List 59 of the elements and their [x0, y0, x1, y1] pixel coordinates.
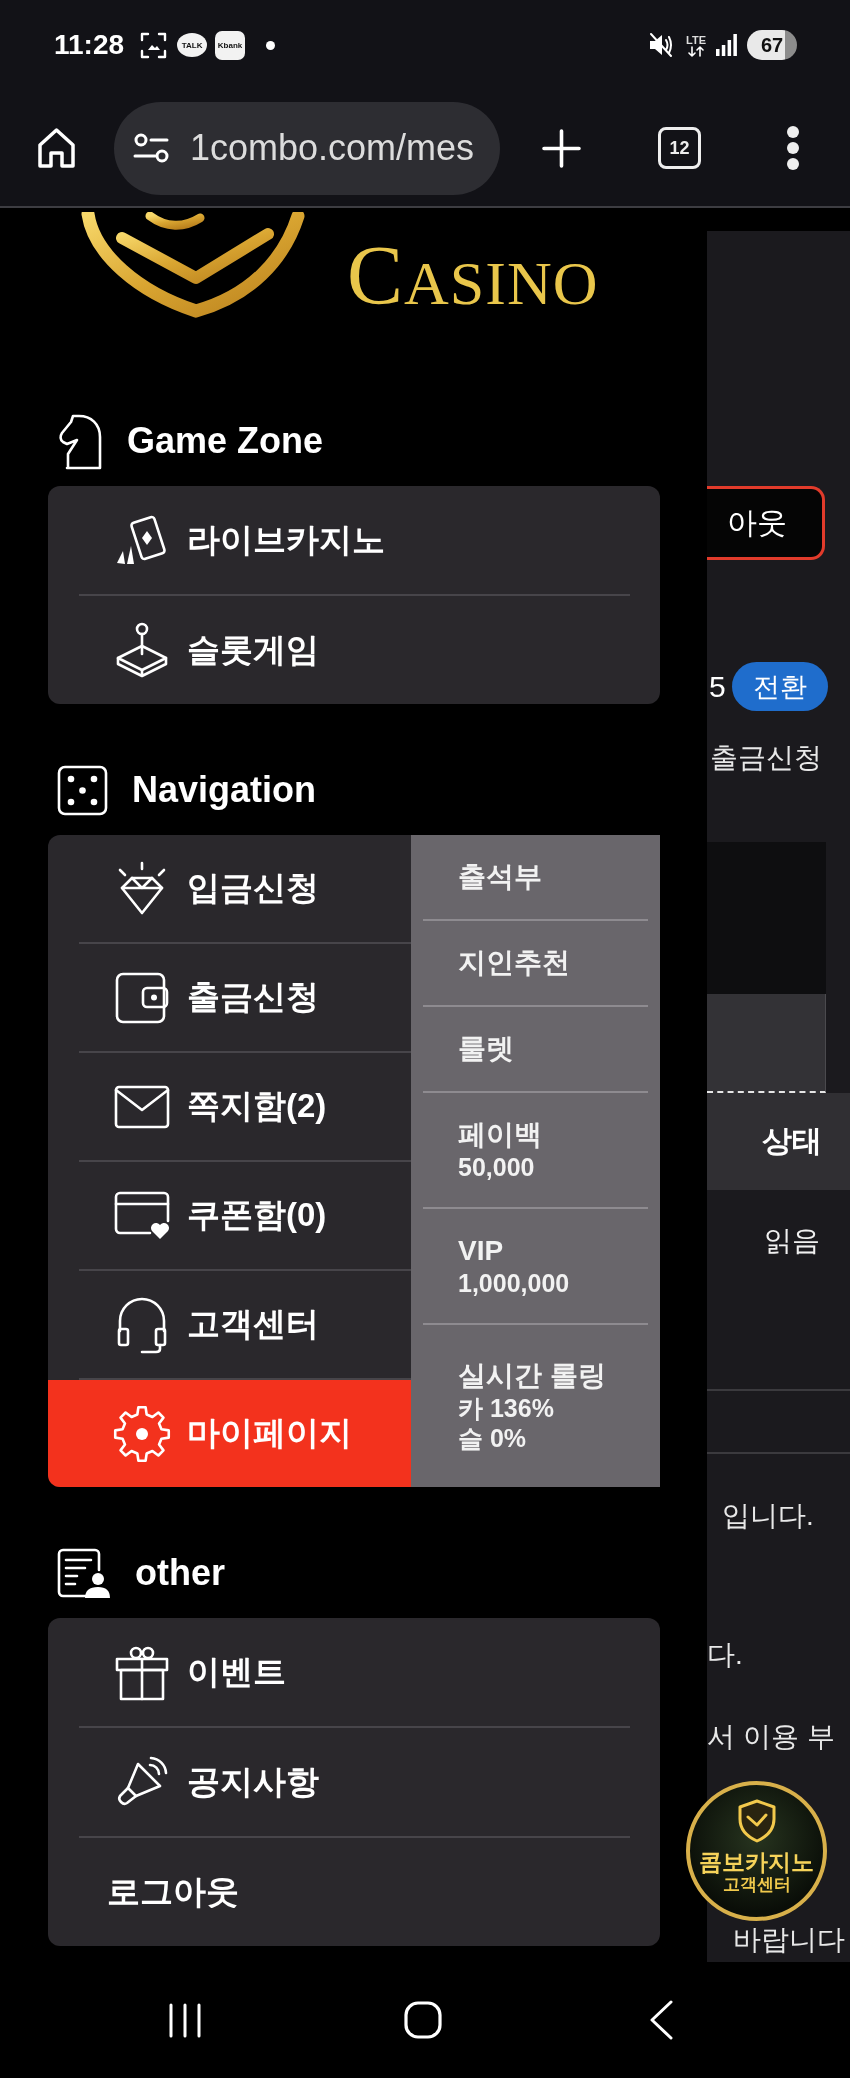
notice-text: 서 이용 부 [707, 1720, 836, 1754]
balance-text: 5 [709, 669, 726, 704]
notice-text: 다. [707, 1638, 744, 1672]
submenu-item[interactable]: 페이백 50,000 [411, 1093, 660, 1207]
menu-item[interactable]: 이벤트 [48, 1618, 660, 1726]
menu-item[interactable]: 쪽지함(2) [48, 1053, 411, 1160]
menu-item[interactable]: 마이페이지 [48, 1380, 411, 1487]
card-heart-icon [114, 1190, 170, 1241]
table-header-cell: 상태 [707, 1093, 850, 1190]
notice-text: 입니다. [721, 1499, 815, 1533]
screenshot-icon [140, 31, 168, 59]
app-tile-badge: Kbank [215, 30, 246, 60]
envelope-icon [114, 1084, 170, 1129]
menu-item[interactable]: 공지사항 [48, 1728, 660, 1836]
data-arrows-icon [687, 45, 705, 57]
profile-document-icon [57, 1547, 111, 1599]
submenu-item[interactable]: 지인추천 [411, 921, 660, 1005]
wallet-icon [114, 971, 170, 1024]
menu-item[interactable]: 쿠폰함(0) [48, 1162, 411, 1269]
withdraw-link[interactable]: 출금신청 [707, 741, 850, 775]
battery-indicator: 67 [747, 30, 797, 60]
section-title: Game Zone [127, 420, 324, 462]
recents-icon[interactable] [168, 2002, 202, 2038]
menu-item[interactable]: 고객센터 [48, 1271, 411, 1378]
menu-item[interactable]: 슬롯게임 [48, 596, 660, 704]
notification-dot-icon [266, 40, 276, 50]
section-title: other [135, 1552, 225, 1594]
plus-icon[interactable] [542, 128, 581, 168]
sliders-icon [133, 133, 169, 163]
address-bar[interactable]: 1combo.com/mes [114, 101, 500, 195]
logout-button[interactable]: 아웃 [707, 486, 825, 560]
table-cell: 읽음 [764, 1224, 820, 1258]
home-icon[interactable] [37, 127, 76, 169]
switch-button[interactable]: 전환 [731, 662, 828, 711]
speech-bubble-badge: TALK [177, 33, 208, 57]
submenu-item[interactable]: 실시간 롤링 카 136% 슬 0% [411, 1325, 660, 1487]
section-title: Navigation [132, 769, 317, 811]
gear-icon [113, 1404, 171, 1463]
menu-item[interactable]: 로그아웃 [48, 1838, 660, 1946]
notice-text: 바랍니다 [732, 1923, 846, 1957]
mute-icon [649, 32, 674, 58]
network-type: LTE [686, 33, 706, 46]
more-options-icon[interactable] [786, 125, 800, 171]
joystick-icon [114, 622, 170, 678]
status-time: 11:28 [54, 31, 125, 59]
menu-item[interactable]: 라이브카지노 [48, 486, 660, 594]
signal-icon [716, 34, 737, 56]
chess-knight-icon [57, 412, 103, 470]
submenu-item[interactable]: VIP 1,000,000 [411, 1209, 660, 1323]
submenu-item[interactable]: 출석부 [411, 835, 660, 919]
submenu-item[interactable]: 룰렛 [411, 1007, 660, 1091]
dice-icon [57, 764, 108, 816]
home-button-icon[interactable] [404, 2001, 442, 2039]
menu-item[interactable]: 출금신청 [48, 944, 411, 1051]
menu-item[interactable]: 입금신청 [48, 835, 411, 942]
logo-text: CASINO [347, 234, 599, 318]
back-icon[interactable] [649, 2000, 673, 2040]
tab-switcher-button[interactable]: 12 [658, 127, 701, 169]
shield-icon [736, 1799, 777, 1843]
